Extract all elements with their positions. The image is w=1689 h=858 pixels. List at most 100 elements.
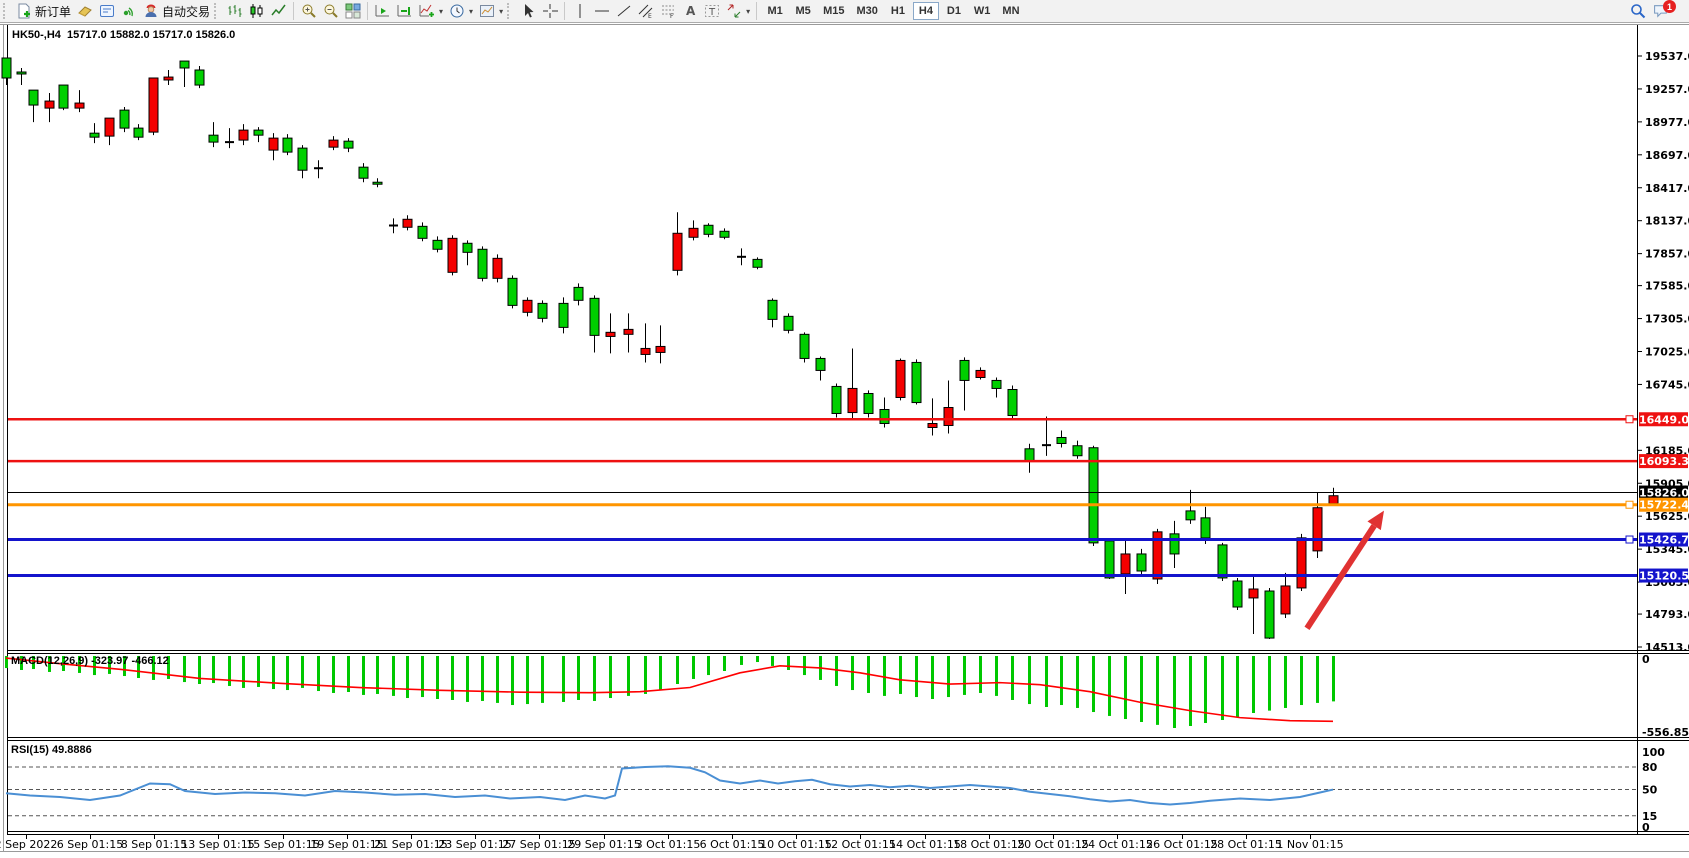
line-chart-button[interactable] xyxy=(268,1,290,21)
date-label[interactable]: 24 Oct 01:15 xyxy=(1081,838,1153,851)
date-label[interactable]: 6 Sep 01:15 xyxy=(57,838,123,851)
price-line-marker[interactable] xyxy=(1626,501,1633,508)
candle xyxy=(720,231,729,237)
signals-button[interactable] xyxy=(118,1,140,21)
candle xyxy=(1057,437,1066,443)
candle xyxy=(976,370,985,377)
candle xyxy=(912,362,921,402)
chart-shift-button[interactable] xyxy=(394,1,416,21)
channel-tool-button[interactable]: E xyxy=(635,1,657,21)
cursor-tool-button[interactable] xyxy=(517,1,539,21)
toolbar-separator xyxy=(293,2,295,20)
window-icon xyxy=(99,3,115,19)
date-label[interactable]: 18 Oct 01:15 xyxy=(953,838,1025,851)
date-label[interactable]: 13 Sep 01:15 xyxy=(181,838,254,851)
autotrade-button[interactable]: 自动交易 xyxy=(140,1,213,21)
auto-scroll-icon xyxy=(375,3,391,19)
date-label[interactable]: 27 Sep 01:15 xyxy=(502,838,575,851)
rsi-indicator-label: RSI(15) 49.8886 xyxy=(11,744,92,756)
new-order-button[interactable]: 新订单 xyxy=(13,1,74,21)
date-label[interactable]: 8 Sep 01:15 xyxy=(121,838,187,851)
rsi-axis-label: 50 xyxy=(1642,784,1658,797)
horizontal-line-tool-button[interactable] xyxy=(591,1,613,21)
templates-button[interactable]: ▾ xyxy=(476,1,506,21)
date-label[interactable]: 26 Oct 01:15 xyxy=(1146,838,1218,851)
text-label-tool-button[interactable]: T xyxy=(701,1,723,21)
tab-timeframe-h1[interactable]: H1 xyxy=(885,2,911,20)
price-line-badge-label: 15120.5 xyxy=(1639,570,1689,583)
tab-timeframe-m30[interactable]: M30 xyxy=(852,2,883,20)
date-label[interactable]: 10 Oct 01:15 xyxy=(760,838,832,851)
tab-timeframe-m15[interactable]: M15 xyxy=(818,2,849,20)
candlestick-chart-button[interactable] xyxy=(246,1,268,21)
date-label[interactable]: 23 Sep 01:15 xyxy=(438,838,511,851)
price-line-marker[interactable] xyxy=(1626,536,1633,543)
chevron-down-icon: ▾ xyxy=(439,7,443,16)
date-label[interactable]: 29 Sep 01:15 xyxy=(567,838,640,851)
price-tick-label: 17585.0 xyxy=(1645,280,1689,293)
crosshair-tool-button[interactable] xyxy=(539,1,561,21)
candle xyxy=(523,300,532,312)
new-order-label: 新订单 xyxy=(35,3,71,20)
tab-timeframe-m1[interactable]: M1 xyxy=(762,2,788,20)
candle xyxy=(944,407,953,425)
indicators-button[interactable]: ▾ xyxy=(416,1,446,21)
candle xyxy=(418,226,427,238)
chart-symbol-period: HK50-,H4 xyxy=(12,29,61,41)
zoom-in-button[interactable] xyxy=(298,1,320,21)
trendline-tool-button[interactable] xyxy=(613,1,635,21)
toolbar-separator xyxy=(367,2,369,20)
candle xyxy=(269,138,278,150)
search-icon xyxy=(1630,3,1647,20)
candle xyxy=(1281,586,1290,614)
search-button[interactable] xyxy=(1627,1,1650,21)
date-label[interactable]: 14 Oct 01:15 xyxy=(889,838,961,851)
toolbar-separator xyxy=(756,2,758,20)
tab-timeframe-w1[interactable]: W1 xyxy=(969,2,996,20)
candle xyxy=(433,240,442,249)
periods-button[interactable]: ▾ xyxy=(446,1,476,21)
tab-timeframe-mn[interactable]: MN xyxy=(997,2,1024,20)
tab-timeframe-m5[interactable]: M5 xyxy=(790,2,816,20)
auto-scroll-button[interactable] xyxy=(372,1,394,21)
date-label[interactable]: 1 Nov 01:15 xyxy=(1276,838,1343,851)
candle xyxy=(254,130,263,135)
price-tick-label: 17305.0 xyxy=(1645,313,1689,326)
market-window-button[interactable] xyxy=(96,1,118,21)
date-label[interactable]: 2 Sep 2022 xyxy=(0,838,57,851)
arrows-icon xyxy=(726,3,742,19)
chat-button[interactable]: 1 xyxy=(1650,1,1673,21)
candle xyxy=(1105,541,1114,578)
date-label[interactable]: 15 Sep 01:15 xyxy=(246,838,319,851)
price-line-marker[interactable] xyxy=(1626,416,1633,423)
arrows-tool-button[interactable]: ▾ xyxy=(723,1,753,21)
bar-chart-button[interactable] xyxy=(224,1,246,21)
tab-timeframe-h4[interactable]: H4 xyxy=(913,2,939,20)
tab-timeframe-d1[interactable]: D1 xyxy=(941,2,967,20)
date-label[interactable]: 6 Oct 01:15 xyxy=(700,838,765,851)
eraser-button[interactable] xyxy=(74,1,96,21)
price-tick-label: 18697.0 xyxy=(1645,149,1689,162)
candle xyxy=(403,219,412,227)
text-tool-button[interactable]: A xyxy=(679,1,701,21)
date-label[interactable]: 21 Sep 01:15 xyxy=(374,838,447,851)
date-label[interactable]: 3 Oct 01:15 xyxy=(636,838,701,851)
candle xyxy=(120,110,129,128)
date-label[interactable]: 20 Oct 01:15 xyxy=(1017,838,1089,851)
fibonacci-tool-button[interactable]: F xyxy=(657,1,679,21)
chart-canvas: 19537.019257.018977.018697.018417.018137… xyxy=(0,0,1689,858)
candle xyxy=(1137,554,1146,571)
tile-windows-icon xyxy=(345,3,361,19)
rsi-axis-label: 100 xyxy=(1642,746,1665,759)
tile-windows-button[interactable] xyxy=(342,1,364,21)
zoom-out-button[interactable] xyxy=(320,1,342,21)
candle xyxy=(239,130,248,140)
date-label[interactable]: 12 Oct 01:15 xyxy=(824,838,896,851)
vertical-line-tool-button[interactable] xyxy=(569,1,591,21)
date-label[interactable]: 28 Oct 01:15 xyxy=(1210,838,1282,851)
svg-text:T: T xyxy=(708,7,716,18)
candle xyxy=(689,228,698,237)
date-label[interactable]: 19 Sep 01:15 xyxy=(310,838,383,851)
candle xyxy=(59,85,68,108)
price-tick-label: 17857.0 xyxy=(1645,248,1689,261)
